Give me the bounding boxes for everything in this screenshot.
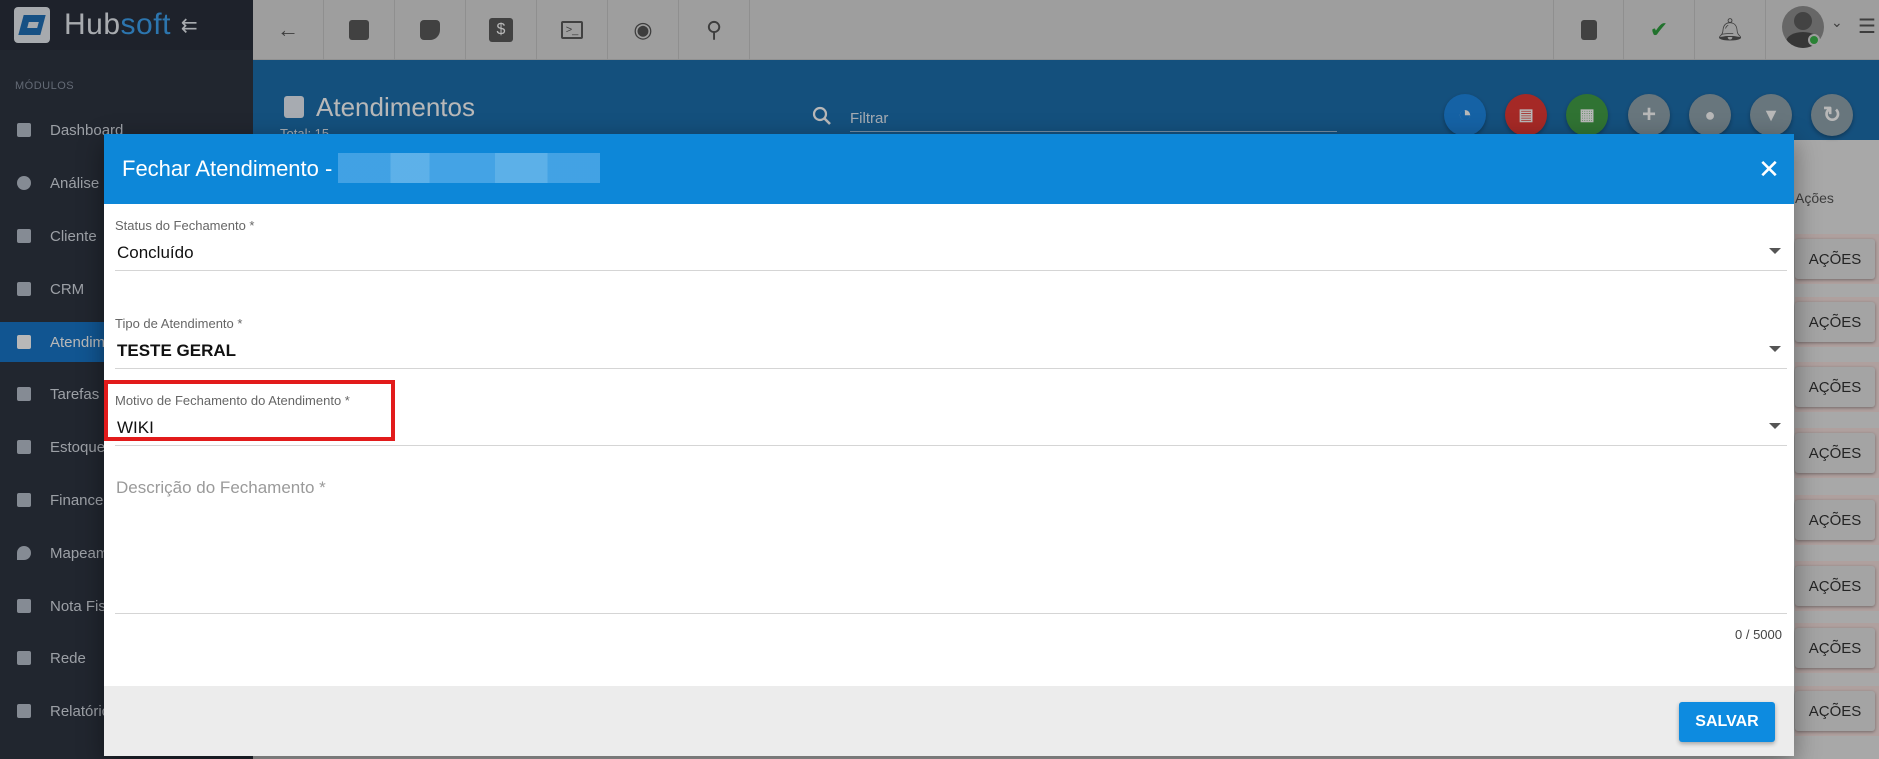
save-button[interactable]: SALVAR (1679, 702, 1775, 742)
descricao-textarea[interactable] (115, 474, 1787, 614)
modal-footer: SALVAR (104, 686, 1794, 756)
status-value: Concluído (117, 243, 194, 262)
modal-header: Fechar Atendimento - ✕ (104, 134, 1794, 204)
field-underline (115, 270, 1787, 271)
caret-down-icon (1769, 423, 1781, 429)
char-counter: 0 / 5000 (1735, 627, 1782, 642)
caret-down-icon (1769, 346, 1781, 352)
tipo-value: TESTE GERAL (117, 341, 237, 360)
caret-down-icon (1769, 248, 1781, 254)
close-icon: ✕ (1758, 153, 1780, 184)
field-underline (115, 445, 1787, 446)
descricao-label: Descrição do Fechamento * (116, 478, 326, 497)
status-label: Status do Fechamento * (115, 218, 255, 233)
tipo-label: Tipo de Atendimento * (115, 316, 243, 331)
modal-title: Fechar Atendimento - (122, 156, 333, 181)
field-underline (115, 368, 1787, 369)
close-ticket-modal: Fechar Atendimento - ✕ Status do Fechame… (104, 134, 1794, 756)
redacted-ticket-id (338, 153, 600, 183)
close-button[interactable]: ✕ (1754, 154, 1784, 184)
highlight-annotation-box (104, 380, 395, 441)
